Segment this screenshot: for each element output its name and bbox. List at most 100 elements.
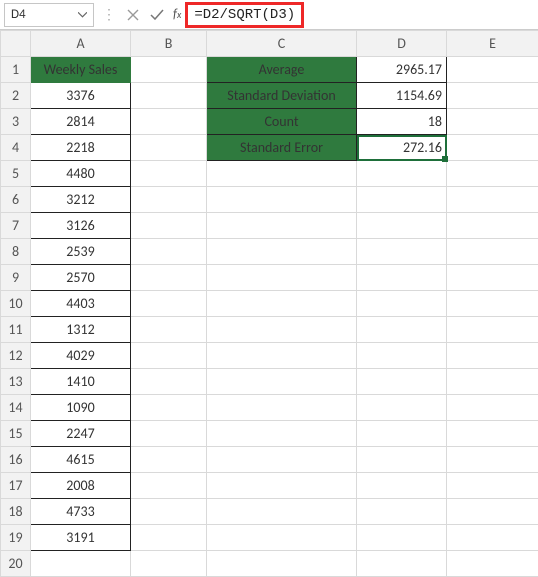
cell-A9[interactable]: 2570 bbox=[31, 265, 131, 291]
cell-A11[interactable]: 1312 bbox=[31, 317, 131, 343]
fx-icon[interactable]: fx bbox=[173, 7, 181, 22]
col-header-B[interactable]: B bbox=[131, 31, 207, 57]
cell-D5[interactable] bbox=[357, 161, 447, 187]
accept-formula-button[interactable] bbox=[146, 4, 168, 26]
cell-E5[interactable] bbox=[447, 161, 538, 187]
cell-D13[interactable] bbox=[357, 369, 447, 395]
row-header-3[interactable]: 3 bbox=[1, 109, 31, 135]
cell-B3[interactable] bbox=[131, 109, 207, 135]
cell-B1[interactable] bbox=[131, 57, 207, 83]
row-header-2[interactable]: 2 bbox=[1, 83, 31, 109]
cell-A1[interactable]: Weekly Sales bbox=[31, 57, 131, 83]
cell-C7[interactable] bbox=[207, 213, 357, 239]
cell-A12[interactable]: 4029 bbox=[31, 343, 131, 369]
row-header-13[interactable]: 13 bbox=[1, 369, 31, 395]
col-header-A[interactable]: A bbox=[31, 31, 131, 57]
cell-E17[interactable] bbox=[447, 473, 538, 499]
cell-E12[interactable] bbox=[447, 343, 538, 369]
cell-A20[interactable] bbox=[31, 551, 131, 577]
cell-B12[interactable] bbox=[131, 343, 207, 369]
cell-C9[interactable] bbox=[207, 265, 357, 291]
cell-C14[interactable] bbox=[207, 395, 357, 421]
cell-A2[interactable]: 3376 bbox=[31, 83, 131, 109]
cell-B11[interactable] bbox=[131, 317, 207, 343]
cell-B10[interactable] bbox=[131, 291, 207, 317]
cell-B16[interactable] bbox=[131, 447, 207, 473]
cell-B8[interactable] bbox=[131, 239, 207, 265]
spreadsheet-grid[interactable]: A B C D E 1 Weekly Sales Average 2965.17… bbox=[0, 30, 538, 577]
row-header-7[interactable]: 7 bbox=[1, 213, 31, 239]
cell-A6[interactable]: 3212 bbox=[31, 187, 131, 213]
cell-B13[interactable] bbox=[131, 369, 207, 395]
cell-A17[interactable]: 2008 bbox=[31, 473, 131, 499]
cell-E2[interactable] bbox=[447, 83, 538, 109]
cell-A5[interactable]: 4480 bbox=[31, 161, 131, 187]
cell-E16[interactable] bbox=[447, 447, 538, 473]
cell-B2[interactable] bbox=[131, 83, 207, 109]
cell-E15[interactable] bbox=[447, 421, 538, 447]
cell-C20[interactable] bbox=[207, 551, 357, 577]
row-header-17[interactable]: 17 bbox=[1, 473, 31, 499]
cell-A15[interactable]: 2247 bbox=[31, 421, 131, 447]
cell-B14[interactable] bbox=[131, 395, 207, 421]
cell-E20[interactable] bbox=[447, 551, 538, 577]
cell-C2[interactable]: Standard Deviation bbox=[207, 83, 357, 109]
cell-E6[interactable] bbox=[447, 187, 538, 213]
cell-D15[interactable] bbox=[357, 421, 447, 447]
cell-C8[interactable] bbox=[207, 239, 357, 265]
col-header-D[interactable]: D bbox=[357, 31, 447, 57]
cell-C4[interactable]: Standard Error bbox=[207, 135, 357, 161]
cell-B20[interactable] bbox=[131, 551, 207, 577]
cell-D8[interactable] bbox=[357, 239, 447, 265]
cell-D12[interactable] bbox=[357, 343, 447, 369]
cell-E11[interactable] bbox=[447, 317, 538, 343]
cell-D9[interactable] bbox=[357, 265, 447, 291]
row-header-14[interactable]: 14 bbox=[1, 395, 31, 421]
cell-B15[interactable] bbox=[131, 421, 207, 447]
cell-D2[interactable]: 1154.69 bbox=[357, 83, 447, 109]
row-header-20[interactable]: 20 bbox=[1, 551, 31, 577]
row-header-6[interactable]: 6 bbox=[1, 187, 31, 213]
row-header-9[interactable]: 9 bbox=[1, 265, 31, 291]
row-header-10[interactable]: 10 bbox=[1, 291, 31, 317]
cell-E8[interactable] bbox=[447, 239, 538, 265]
cell-D7[interactable] bbox=[357, 213, 447, 239]
cell-A18[interactable]: 4733 bbox=[31, 499, 131, 525]
cell-A14[interactable]: 1090 bbox=[31, 395, 131, 421]
col-header-E[interactable]: E bbox=[447, 31, 538, 57]
cell-E7[interactable] bbox=[447, 213, 538, 239]
cancel-formula-button[interactable] bbox=[122, 4, 144, 26]
row-header-18[interactable]: 18 bbox=[1, 499, 31, 525]
cell-D14[interactable] bbox=[357, 395, 447, 421]
cell-D10[interactable] bbox=[357, 291, 447, 317]
cell-D6[interactable] bbox=[357, 187, 447, 213]
col-header-C[interactable]: C bbox=[207, 31, 357, 57]
cell-B18[interactable] bbox=[131, 499, 207, 525]
cell-C5[interactable] bbox=[207, 161, 357, 187]
cell-A4[interactable]: 2218 bbox=[31, 135, 131, 161]
cell-C3[interactable]: Count bbox=[207, 109, 357, 135]
cell-D17[interactable] bbox=[357, 473, 447, 499]
row-header-4[interactable]: 4 bbox=[1, 135, 31, 161]
cell-B6[interactable] bbox=[131, 187, 207, 213]
cell-E14[interactable] bbox=[447, 395, 538, 421]
row-header-12[interactable]: 12 bbox=[1, 343, 31, 369]
cell-E1[interactable] bbox=[447, 57, 538, 83]
row-header-15[interactable]: 15 bbox=[1, 421, 31, 447]
cell-B9[interactable] bbox=[131, 265, 207, 291]
cell-A13[interactable]: 1410 bbox=[31, 369, 131, 395]
select-all-corner[interactable] bbox=[1, 31, 31, 57]
cell-C11[interactable] bbox=[207, 317, 357, 343]
cell-C1[interactable]: Average bbox=[207, 57, 357, 83]
cell-C6[interactable] bbox=[207, 187, 357, 213]
cell-E13[interactable] bbox=[447, 369, 538, 395]
cell-A16[interactable]: 4615 bbox=[31, 447, 131, 473]
cell-C17[interactable] bbox=[207, 473, 357, 499]
row-header-16[interactable]: 16 bbox=[1, 447, 31, 473]
row-header-11[interactable]: 11 bbox=[1, 317, 31, 343]
cell-A10[interactable]: 4403 bbox=[31, 291, 131, 317]
name-box[interactable]: D4 bbox=[4, 3, 94, 27]
cell-C16[interactable] bbox=[207, 447, 357, 473]
cell-C12[interactable] bbox=[207, 343, 357, 369]
cell-C10[interactable] bbox=[207, 291, 357, 317]
